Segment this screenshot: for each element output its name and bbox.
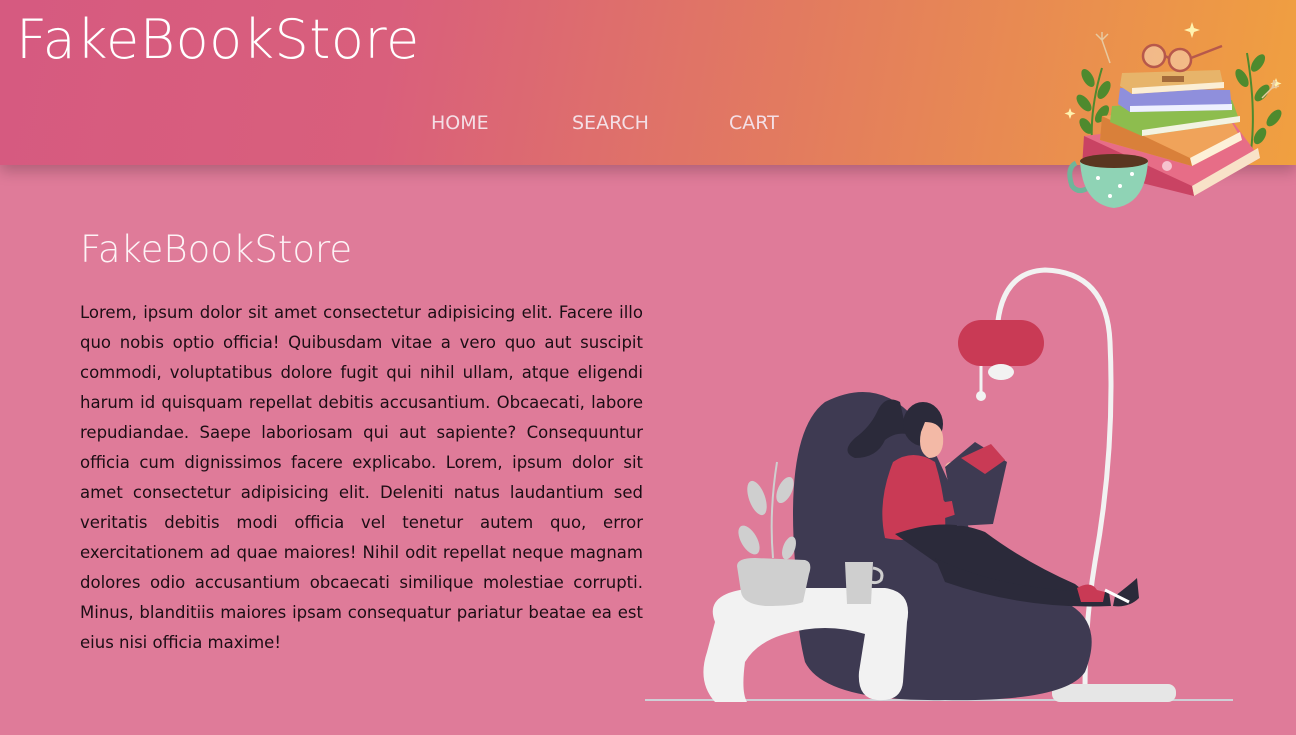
nav-home-link[interactable]: HOME [431, 112, 489, 134]
teacup-icon [1067, 154, 1148, 208]
nav-search-link[interactable]: SEARCH [572, 112, 649, 134]
nav-cart-link[interactable]: CART [729, 112, 779, 134]
site-logo-text[interactable]: FakeBookStore [16, 8, 420, 71]
glasses-icon [1141, 43, 1223, 73]
reader-illustration [645, 267, 1233, 702]
page-title: FakeBookStore [80, 228, 353, 271]
books-stack-illustration [1064, 22, 1282, 208]
intro-paragraph: Lorem, ipsum dolor sit amet consectetur … [80, 303, 643, 652]
